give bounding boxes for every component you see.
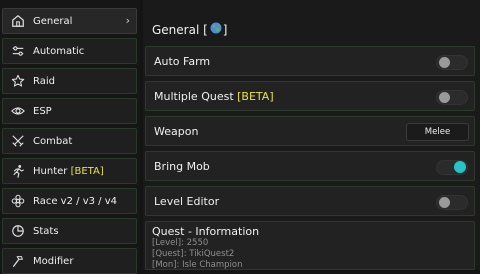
quest-level: [Level]: 2550 — [152, 238, 209, 248]
sidebar-item-label: ESP — [33, 105, 52, 117]
toggle-knob — [439, 57, 450, 68]
auto-farm-label: Auto Farm — [154, 54, 211, 68]
globe-icon — [210, 22, 222, 37]
sidebar-item-general[interactable]: General › — [2, 8, 137, 34]
quest-mon: [Mon]: Isle Champion — [152, 260, 243, 270]
multiple-quest-label: Multiple Quest — [154, 89, 238, 103]
bring-mob-row: Bring Mob — [145, 151, 475, 181]
level-editor-row: Level Editor — [145, 186, 475, 216]
level-editor-toggle[interactable] — [436, 195, 468, 210]
sidebar-item-label: General — [33, 15, 73, 27]
sidebar-item-label: Raid — [33, 75, 55, 87]
level-editor-label: Level Editor — [154, 194, 220, 208]
multiple-quest-toggle[interactable] — [436, 90, 468, 105]
swords-icon — [10, 133, 26, 149]
sidebar-item-automatic[interactable]: Automatic — [2, 38, 137, 64]
main-panel: General [ ] Auto Farm Multiple Quest [BE… — [143, 0, 480, 270]
multiple-quest-row: Multiple Quest [BETA] — [145, 81, 475, 111]
sidebar-item-label: Race v2 / v3 / v4 — [33, 195, 117, 207]
weapon-row: Weapon Melee — [145, 116, 475, 146]
page-title-end: ] — [222, 22, 228, 37]
run-icon — [10, 163, 26, 179]
sidebar-item-hunter[interactable]: Hunter [BETA] — [2, 158, 137, 184]
sidebar-item-label: Automatic — [33, 45, 85, 57]
sidebar-item-label: Stats — [33, 225, 59, 237]
beta-badge: [BETA] — [237, 89, 274, 103]
chart-icon — [10, 223, 26, 239]
page-title-text: General [ — [152, 22, 208, 37]
auto-farm-row: Auto Farm — [145, 46, 475, 76]
sidebar-item-stats[interactable]: Stats — [2, 218, 137, 244]
page-title: General [ ] — [152, 22, 227, 37]
weapon-dropdown-button[interactable]: Melee — [406, 123, 469, 141]
bring-mob-label: Bring Mob — [154, 159, 210, 173]
sidebar-item-label: Modifier — [33, 255, 74, 267]
sidebar-item-label: Combat — [33, 135, 73, 147]
sliders-icon — [10, 43, 26, 59]
chevron-right-icon: › — [125, 14, 130, 27]
quest-info-heading: Quest - Information — [152, 225, 260, 238]
hammer-icon — [10, 253, 26, 269]
flower-icon — [10, 193, 26, 209]
quest-info-panel: Quest - Information [Level]: 2550 [Quest… — [145, 221, 475, 270]
sidebar-item-race[interactable]: Race v2 / v3 / v4 — [2, 188, 137, 214]
sidebar-item-label: Hunter — [33, 165, 71, 177]
star-icon — [10, 73, 26, 89]
home-icon — [10, 13, 26, 29]
sidebar-item-combat[interactable]: Combat — [2, 128, 137, 154]
auto-farm-toggle[interactable] — [436, 55, 468, 70]
weapon-label: Weapon — [154, 124, 199, 138]
quest-name: [Quest]: TikiQuest2 — [152, 249, 235, 259]
sidebar: General › Automatic Raid ESP Combat Hunt… — [0, 0, 140, 274]
bring-mob-toggle[interactable] — [436, 160, 468, 175]
toggle-knob — [439, 197, 450, 208]
toggle-knob — [454, 161, 466, 173]
toggle-knob — [439, 92, 450, 103]
sidebar-item-esp[interactable]: ESP — [2, 98, 137, 124]
sidebar-item-modifier[interactable]: Modifier — [2, 248, 137, 274]
beta-badge: [BETA] — [70, 165, 104, 177]
sidebar-item-raid[interactable]: Raid — [2, 68, 137, 94]
eye-icon — [10, 103, 26, 119]
